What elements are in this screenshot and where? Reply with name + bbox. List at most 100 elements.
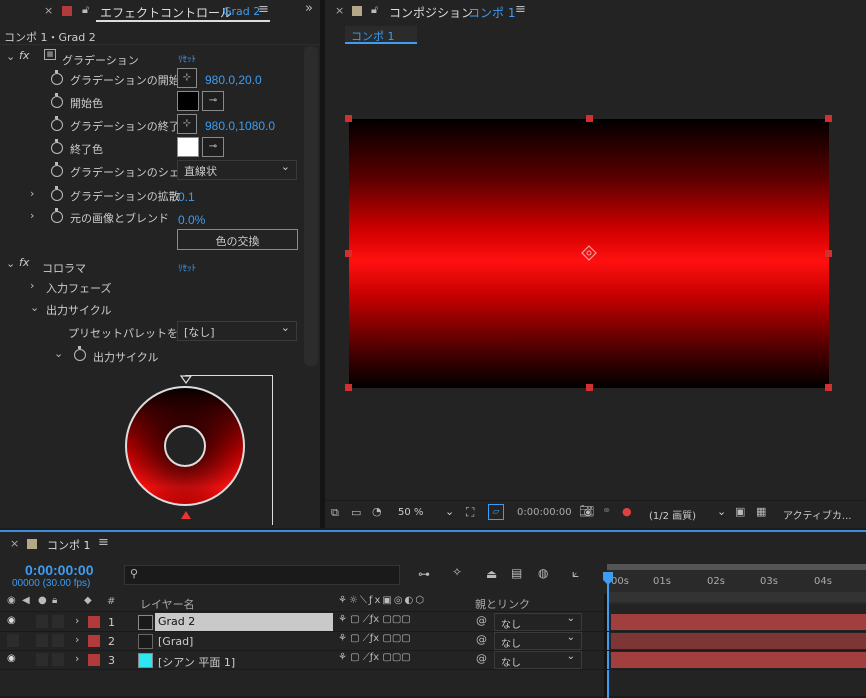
comp-flowchart-icon[interactable]: ⊶ bbox=[418, 567, 430, 581]
shy-icon[interactable]: ⏏ bbox=[486, 567, 497, 581]
layer-name[interactable]: [Grad] bbox=[158, 635, 193, 648]
close-icon[interactable]: × bbox=[10, 537, 19, 550]
handle-bottom-left[interactable] bbox=[345, 384, 352, 391]
crosshair-icon[interactable]: ⊹ bbox=[177, 114, 197, 134]
preset-palette-dropdown[interactable]: [なし] bbox=[177, 321, 297, 341]
comp-canvas[interactable] bbox=[345, 115, 832, 391]
stopwatch-icon[interactable] bbox=[51, 116, 63, 131]
motion-blur-icon[interactable]: ◍ bbox=[538, 566, 548, 580]
handle-mid-right[interactable] bbox=[825, 250, 832, 257]
prop-value[interactable]: 980.0,1080.0 bbox=[205, 119, 275, 133]
switches-icons[interactable]: ⚘ ▢ ⟋ƒx ▢▢▢ bbox=[338, 614, 411, 625]
anchor-point-icon[interactable] bbox=[581, 245, 597, 261]
mask-icon[interactable]: ◔ bbox=[372, 505, 382, 518]
start-color-swatch[interactable] bbox=[177, 91, 199, 111]
chevron-down-icon[interactable]: ⌄ bbox=[54, 347, 63, 360]
stopwatch-icon[interactable] bbox=[74, 346, 86, 361]
chevron-down-icon[interactable]: ⌄ bbox=[6, 50, 15, 63]
color-channels-icon[interactable]: ● bbox=[622, 505, 632, 518]
effect-tab-layer[interactable]: Grad 2 bbox=[223, 5, 260, 18]
shape-dropdown[interactable]: 直線状 bbox=[177, 160, 297, 180]
close-icon[interactable]: × bbox=[44, 4, 53, 17]
stopwatch-icon[interactable] bbox=[51, 186, 63, 201]
fast-preview-icon[interactable]: ▣ bbox=[735, 505, 745, 518]
layer-row[interactable]: › 2 [Grad] ⚘ ▢ ⟋ƒx ▢▢▢ @ なし bbox=[0, 632, 866, 651]
pickwhip-icon[interactable]: @ bbox=[476, 652, 487, 665]
menu-icon[interactable]: ≡ bbox=[515, 2, 526, 17]
timeline-timecode[interactable]: 0:00:00:00 bbox=[25, 562, 94, 578]
eyedropper-icon[interactable]: ⊸ bbox=[202, 137, 224, 157]
pickwhip-icon[interactable]: @ bbox=[476, 633, 487, 646]
comp-timecode[interactable]: 0:00:00:00 bbox=[509, 505, 573, 523]
camera-icon[interactable]: 📷︎ bbox=[579, 504, 594, 518]
handle-top-right[interactable] bbox=[825, 115, 832, 122]
stopwatch-icon[interactable] bbox=[51, 139, 63, 154]
solo-toggle[interactable] bbox=[36, 634, 48, 647]
timeline-divider[interactable] bbox=[604, 594, 607, 698]
work-area-bar[interactable] bbox=[607, 564, 866, 570]
stopwatch-icon[interactable] bbox=[51, 162, 63, 177]
effect-header-gradient[interactable]: ⌄ fx ▦ グラデーション ﾘｾｯﾄ bbox=[0, 47, 330, 69]
effect-tab-title[interactable]: エフェクトコントロール bbox=[100, 4, 232, 21]
wheel-top-triangle-icon[interactable] bbox=[180, 375, 192, 384]
solo-toggle[interactable] bbox=[36, 653, 48, 666]
layer-bar[interactable] bbox=[611, 614, 866, 630]
section-output-cycle[interactable]: ⌄ 出力サイクル bbox=[0, 298, 330, 320]
layer-name-header[interactable]: レイヤー名 bbox=[140, 596, 195, 612]
section-input-phase[interactable]: › 入力フェーズ bbox=[0, 276, 330, 298]
visibility-toggle[interactable] bbox=[7, 634, 19, 647]
switches-icons[interactable]: ⚘ ▢ ⟋ƒx ▢▢▢ bbox=[338, 633, 411, 644]
chevron-right-icon[interactable]: › bbox=[75, 614, 79, 627]
layer-bar[interactable] bbox=[611, 633, 866, 649]
fx-icon[interactable]: fx bbox=[19, 49, 29, 62]
handle-mid-left[interactable] bbox=[345, 250, 352, 257]
lock-toggle[interactable] bbox=[52, 615, 64, 628]
comp-tab-comp[interactable]: コンポ 1 bbox=[468, 4, 515, 21]
panel-expand-icon[interactable]: » bbox=[305, 1, 313, 16]
fx-icon[interactable]: fx bbox=[19, 256, 29, 269]
search-input[interactable]: ⚲ bbox=[124, 565, 400, 585]
lock-icon[interactable]: 🔓︎ bbox=[371, 3, 378, 17]
transparency-grid-icon[interactable]: ▱ bbox=[488, 504, 504, 520]
reset-link[interactable]: ﾘｾｯﾄ bbox=[178, 261, 196, 274]
timeline-tab-title[interactable]: コンポ 1 bbox=[47, 537, 91, 553]
time-ruler[interactable]: 00s 01s 02s 03s 04s bbox=[607, 564, 866, 604]
parent-dropdown[interactable]: なし bbox=[494, 651, 582, 669]
stopwatch-icon[interactable] bbox=[51, 70, 63, 85]
draft-3d-icon[interactable]: ✧ bbox=[452, 565, 462, 579]
stopwatch-icon[interactable] bbox=[51, 93, 63, 108]
viewer-area[interactable] bbox=[325, 46, 866, 498]
swap-colors-button[interactable]: 色の交換 bbox=[177, 229, 298, 250]
frame-blend-icon[interactable]: ▤ bbox=[511, 566, 522, 580]
layer-bar[interactable] bbox=[611, 652, 866, 668]
crosshair-icon[interactable]: ⊹ bbox=[177, 68, 197, 88]
chevron-right-icon[interactable]: › bbox=[30, 279, 34, 292]
output-cycle-wheel[interactable] bbox=[123, 384, 247, 508]
reset-link[interactable]: ﾘｾｯﾄ bbox=[178, 52, 196, 65]
parent-dropdown[interactable]: なし bbox=[494, 632, 582, 650]
playhead-handle-icon[interactable] bbox=[603, 572, 613, 586]
zoom-dropdown[interactable]: 50 % ⌄ bbox=[393, 505, 457, 523]
flowchart-tab[interactable]: コンポ 1 bbox=[345, 26, 417, 44]
visibility-eye-icon[interactable]: ◉ bbox=[7, 615, 16, 626]
eyedropper-icon[interactable]: ⊸ bbox=[202, 91, 224, 111]
layer-name-selected[interactable]: Grad 2 bbox=[155, 613, 333, 631]
chevron-down-icon[interactable]: ⌄ bbox=[6, 257, 15, 270]
switches-icons[interactable]: ⚘ ▢ ⟋ƒx ▢▢▢ bbox=[338, 652, 411, 663]
lock-toggle[interactable] bbox=[52, 634, 64, 647]
grid-guides-icon[interactable]: ▦ bbox=[756, 505, 766, 518]
handle-top-left[interactable] bbox=[345, 115, 352, 122]
always-preview-icon[interactable]: ⧉ bbox=[331, 506, 339, 520]
menu-icon[interactable]: ≡ bbox=[258, 2, 269, 17]
layer-name[interactable]: [シアン 平面 1] bbox=[158, 654, 235, 670]
monitor-icon[interactable]: ▭ bbox=[351, 506, 361, 519]
menu-icon[interactable]: ≡ bbox=[98, 535, 109, 550]
stopwatch-icon[interactable] bbox=[51, 208, 63, 223]
chevron-right-icon[interactable]: › bbox=[75, 633, 79, 646]
label-color[interactable] bbox=[88, 635, 100, 647]
prop-value[interactable]: 980.0,20.0 bbox=[205, 73, 262, 87]
handle-bottom-center[interactable] bbox=[586, 384, 593, 391]
resolution-dropdown[interactable]: (1/2 画質) ⌄ bbox=[643, 505, 729, 523]
prop-value[interactable]: 0.0% bbox=[178, 213, 205, 227]
wheel-bottom-triangle-icon[interactable] bbox=[180, 510, 192, 520]
